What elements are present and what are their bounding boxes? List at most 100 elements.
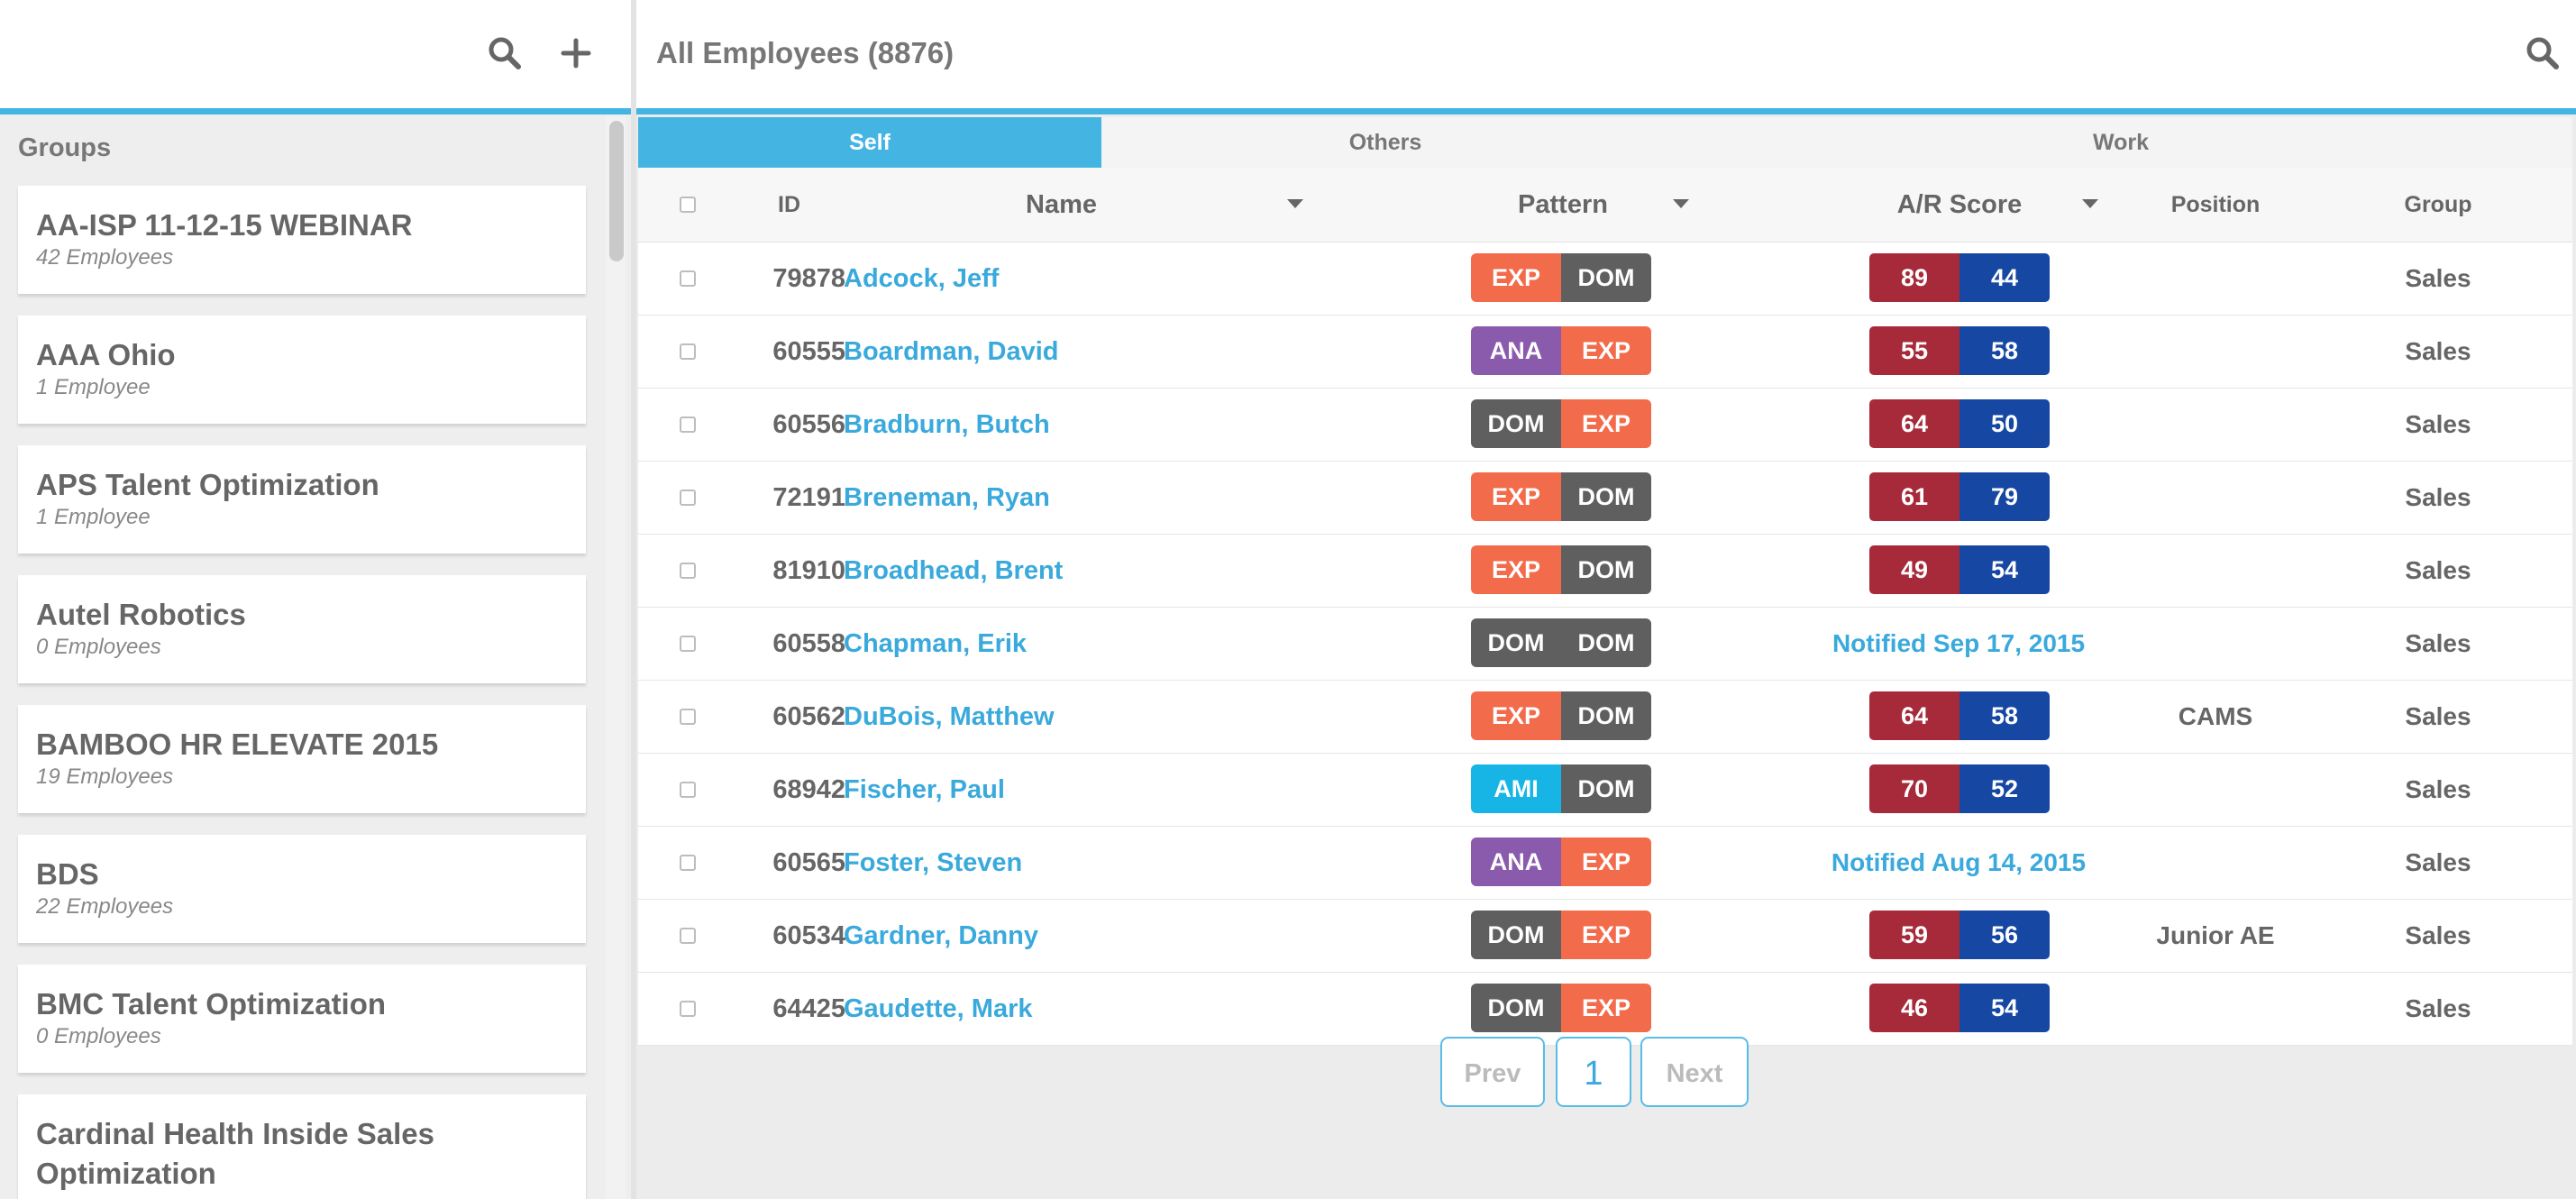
a-score: 64 xyxy=(1869,691,1959,740)
table-row[interactable]: 79878 Adcock, Jeff EXP DOM 89 44 Sales xyxy=(638,243,2572,316)
pattern-primary: EXP xyxy=(1471,545,1561,594)
table-row[interactable]: 60558 Chapman, Erik DOM DOM Notified Sep 17,… xyxy=(638,608,2572,681)
pattern-secondary: EXP xyxy=(1561,326,1651,375)
sidebar-scrollbar-thumb[interactable] xyxy=(609,121,624,261)
sidebar-scrollbar[interactable] xyxy=(606,117,626,1199)
table-row[interactable]: 68942 Fischer, Paul AMI DOM 70 52 Sales xyxy=(638,754,2572,827)
table-row[interactable]: 60555 Boardman, David ANA EXP 55 58 Sales xyxy=(638,316,2572,389)
pattern-secondary: EXP xyxy=(1561,911,1651,959)
pattern-badge: EXP DOM xyxy=(1471,545,1651,596)
employee-group: Sales xyxy=(2405,775,2471,803)
group-card[interactable]: BMC Talent Optimization 0 Employees xyxy=(18,965,586,1073)
search-icon[interactable] xyxy=(2522,32,2563,74)
group-card[interactable]: BDS 22 Employees xyxy=(18,835,586,943)
table-row[interactable]: 60565 Foster, Steven ANA EXP Notified Aug 14… xyxy=(638,827,2572,900)
employee-group: Sales xyxy=(2405,702,2471,730)
tab-work[interactable]: Work xyxy=(1669,117,2572,168)
group-card[interactable]: AA-ISP 11-12-15 WEBINAR 42 Employees xyxy=(18,186,586,294)
row-checkbox[interactable] xyxy=(680,490,696,506)
employee-group: Sales xyxy=(2405,410,2471,438)
row-checkbox[interactable] xyxy=(680,1001,696,1017)
group-count: 42 Employees xyxy=(36,245,174,270)
pattern-badge: ANA EXP xyxy=(1471,837,1651,888)
employee-position xyxy=(2125,243,2306,315)
next-page-button[interactable]: Next xyxy=(1640,1037,1749,1107)
group-card[interactable]: APS Talent Optimization 1 Employee xyxy=(18,445,586,554)
score-sort-icon[interactable] xyxy=(2082,199,2098,208)
row-checkbox[interactable] xyxy=(680,270,696,287)
group-name: APS Talent Optimization xyxy=(36,468,379,501)
table-row[interactable]: 64425 Gaudette, Mark DOM EXP 46 54 Sales xyxy=(638,973,2572,1046)
employee-position: CAMS xyxy=(2178,702,2253,730)
group-name: Autel Robotics xyxy=(36,598,246,631)
name-sort-icon[interactable] xyxy=(1287,199,1303,208)
ar-score-badge: 70 52 xyxy=(1869,764,2050,815)
employee-name-link[interactable]: Broadhead, Brent xyxy=(844,535,1063,607)
notified-link[interactable]: Notified Sep 17, 2015 xyxy=(1792,608,2125,680)
row-checkbox[interactable] xyxy=(680,636,696,652)
employee-name-link[interactable]: Gardner, Danny xyxy=(844,900,1038,972)
table-row[interactable]: 60534 Gardner, Danny DOM EXP 59 56 Junior AE Sa… xyxy=(638,900,2572,973)
employee-group: Sales xyxy=(2405,337,2471,365)
search-icon[interactable] xyxy=(484,32,525,74)
column-ar-score[interactable]: A/R Score xyxy=(1842,168,2077,242)
pattern-secondary: DOM xyxy=(1561,253,1651,302)
table-row[interactable]: 60556 Bradburn, Butch DOM EXP 64 50 Sales xyxy=(638,389,2572,462)
employee-name-link[interactable]: DuBois, Matthew xyxy=(844,681,1055,753)
employee-position xyxy=(2125,754,2306,826)
row-checkbox[interactable] xyxy=(680,709,696,725)
pattern-primary: EXP xyxy=(1471,472,1561,521)
pattern-primary: DOM xyxy=(1471,984,1561,1032)
group-count: 1 Employee xyxy=(36,505,151,529)
tab-self[interactable]: Self xyxy=(638,117,1101,168)
employee-name-link[interactable]: Foster, Steven xyxy=(844,827,1022,899)
row-checkbox[interactable] xyxy=(680,782,696,798)
employee-group: Sales xyxy=(2405,848,2471,876)
prev-page-button[interactable]: Prev xyxy=(1440,1037,1545,1107)
employee-name-link[interactable]: Gaudette, Mark xyxy=(844,973,1033,1045)
pattern-secondary: DOM xyxy=(1561,472,1651,521)
groups-sidebar: Groups AA-ISP 11-12-15 WEBINAR 42 Employ… xyxy=(0,0,631,1199)
group-card[interactable]: Autel Robotics 0 Employees xyxy=(18,575,586,683)
pattern-secondary: EXP xyxy=(1561,984,1651,1032)
employee-name-link[interactable]: Bradburn, Butch xyxy=(844,389,1050,461)
column-group[interactable]: Group xyxy=(2351,168,2526,242)
sidebar-toolbar xyxy=(0,0,631,114)
employee-position: Junior AE xyxy=(2156,921,2275,949)
employee-id: 81910 xyxy=(772,556,845,585)
pattern-badge: DOM DOM xyxy=(1471,618,1651,669)
column-id[interactable]: ID xyxy=(778,168,800,242)
employee-group: Sales xyxy=(2405,629,2471,657)
table-row[interactable]: 72191 Breneman, Ryan EXP DOM 61 79 Sales xyxy=(638,462,2572,535)
group-card[interactable]: Cardinal Health Inside Sales Optimizatio… xyxy=(18,1094,586,1199)
ar-score-badge: 64 50 xyxy=(1869,399,2050,450)
select-all-checkbox[interactable] xyxy=(680,197,696,213)
column-name[interactable]: Name xyxy=(1026,168,1296,242)
pattern-primary: EXP xyxy=(1471,253,1561,302)
notified-link[interactable]: Notified Aug 14, 2015 xyxy=(1792,827,2125,899)
row-checkbox[interactable] xyxy=(680,563,696,579)
row-checkbox[interactable] xyxy=(680,416,696,433)
column-position[interactable]: Position xyxy=(2125,168,2306,242)
employee-id: 68942 xyxy=(772,775,845,804)
employee-name-link[interactable]: Breneman, Ryan xyxy=(844,462,1050,534)
row-checkbox[interactable] xyxy=(680,343,696,360)
employee-name-link[interactable]: Adcock, Jeff xyxy=(844,243,999,315)
group-card[interactable]: AAA Ohio 1 Employee xyxy=(18,316,586,424)
row-checkbox[interactable] xyxy=(680,928,696,944)
table-row[interactable]: 81910 Broadhead, Brent EXP DOM 49 54 Sales xyxy=(638,535,2572,608)
employee-name-link[interactable]: Fischer, Paul xyxy=(844,754,1005,826)
table-row[interactable]: 60562 DuBois, Matthew EXP DOM 64 58 CAMS Sales xyxy=(638,681,2572,754)
employee-name-link[interactable]: Chapman, Erik xyxy=(844,608,1027,680)
plus-icon[interactable] xyxy=(555,32,597,74)
row-checkbox[interactable] xyxy=(680,855,696,871)
page-number-button[interactable]: 1 xyxy=(1556,1037,1631,1107)
employee-name-link[interactable]: Boardman, David xyxy=(844,316,1059,388)
tab-others[interactable]: Others xyxy=(1101,117,1669,168)
group-card[interactable]: BAMBOO HR ELEVATE 2015 19 Employees xyxy=(18,705,586,813)
pattern-sort-icon[interactable] xyxy=(1673,199,1689,208)
employee-position xyxy=(2125,608,2306,680)
column-pattern[interactable]: Pattern xyxy=(1455,168,1671,242)
ar-score-badge: 49 54 xyxy=(1869,545,2050,596)
r-score: 44 xyxy=(1959,253,2050,302)
